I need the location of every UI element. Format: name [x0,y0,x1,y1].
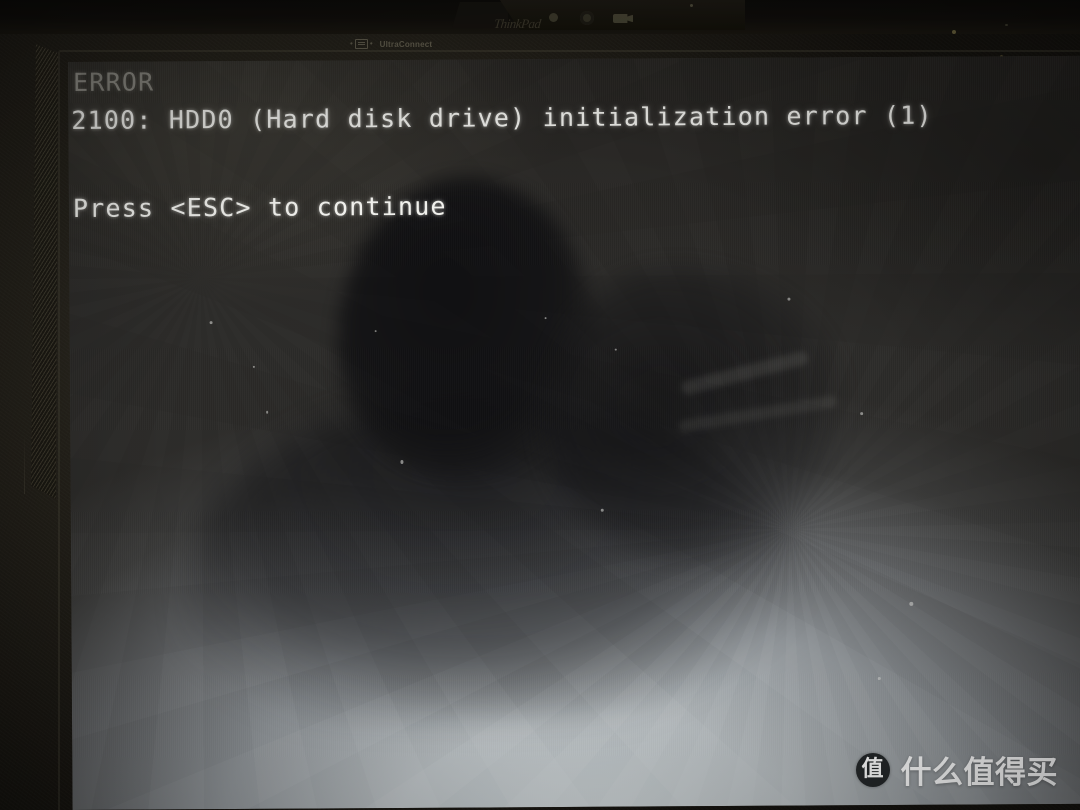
photo-canvas: ThinkPad • • UltraConnect ERROR 2100: HD… [0,0,1080,810]
laptop-screen: ERROR 2100: HDD0 (Hard disk drive) initi… [68,55,1080,810]
bios-error-screen: ERROR 2100: HDD0 (Hard disk drive) initi… [68,62,932,222]
smzdm-logo: 值 [855,752,890,787]
thinkpad-logo: ThinkPad [493,16,542,31]
battery-icon [580,11,594,25]
status-led-icon [690,4,693,7]
bios-error-message: 2100: HDD0 (Hard disk drive) initializat… [71,100,933,135]
antenna-icon: • • [350,39,373,49]
bios-continue-prompt: Press <ESC> to continue [72,191,447,223]
bezel-speck [952,30,956,34]
smzdm-watermark: 值 什么值得买 [855,747,1059,792]
ultraconnect-label: • • UltraConnect [350,39,432,49]
power-icon [549,13,558,22]
bios-heading: ERROR [73,67,155,97]
ultraconnect-text: UltraConnect [379,39,433,49]
smzdm-watermark-text: 什么值得买 [900,755,1058,791]
lcd-pixel-texture [68,55,1080,810]
bios-heading-clip: ERROR [68,60,428,98]
bezel-speck [1005,24,1008,26]
